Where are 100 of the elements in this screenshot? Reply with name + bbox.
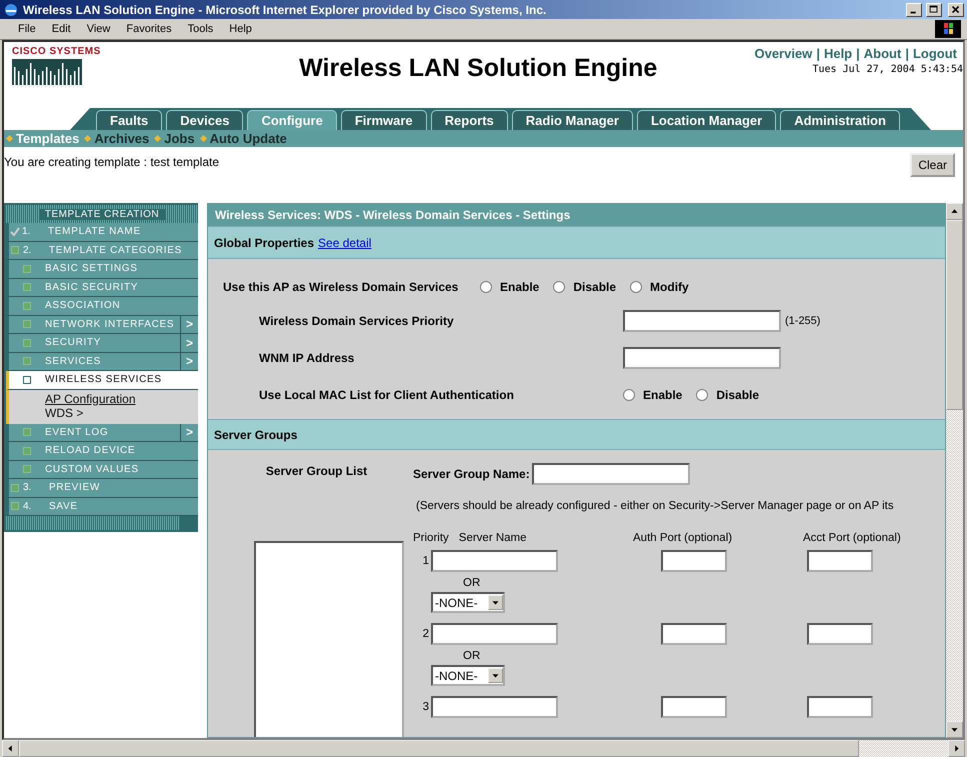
nav-tab[interactable]: Configure — [247, 110, 337, 130]
text-field[interactable] — [431, 623, 558, 645]
sub-navigation-link[interactable]: Archives — [94, 131, 150, 146]
nav-tab[interactable]: Firmware — [340, 110, 427, 130]
sidebar-row[interactable]: 4. SAVE — [6, 498, 198, 516]
sidebar-row[interactable]: ASSOCIATION — [6, 297, 198, 316]
sidebar-item[interactable]: RELOAD DEVICE — [45, 445, 198, 456]
sidebar-item[interactable]: BASIC SETTINGS — [45, 263, 198, 274]
checkbox-icon — [11, 246, 19, 254]
sidebar-link[interactable]: AP Configuration — [45, 392, 198, 406]
radio-button[interactable] — [630, 280, 642, 292]
radio-label: Modify — [650, 280, 689, 294]
sidebar-row[interactable]: 1. TEMPLATE NAME — [6, 223, 198, 242]
sidebar-row[interactable]: 2. TEMPLATE CATEGORIES — [6, 242, 198, 260]
sidebar-row[interactable]: WIRELESS SERVICES — [6, 371, 198, 390]
nav-tab[interactable]: Location Manager — [636, 110, 776, 130]
header-link[interactable]: Help — [824, 46, 852, 61]
priority-number: 1 — [422, 555, 430, 567]
range-hint: (1-255) — [785, 314, 820, 326]
scroll-up-icon[interactable] — [946, 203, 963, 220]
sidebar-item[interactable]: WIRELESS SERVICES — [45, 374, 198, 386]
nav-tab[interactable]: Devices — [166, 110, 244, 130]
text-field[interactable] — [661, 696, 727, 718]
server-group-list[interactable] — [254, 541, 404, 737]
window-title: Wireless LAN Solution Engine - Microsoft Internet Explorer provided by Cisco Systems, Inc. — [23, 2, 548, 16]
sidebar-item[interactable]: CUSTOM VALUES — [45, 464, 198, 475]
square-bullet-icon — [23, 320, 31, 328]
scroll-left-icon[interactable] — [2, 740, 19, 757]
text-field[interactable] — [532, 463, 690, 485]
sidebar-row[interactable]: EVENT LOG > — [6, 424, 198, 442]
nav-tab[interactable]: Radio Manager — [512, 110, 633, 130]
browser-icon — [3, 2, 19, 18]
clear-button[interactable]: Clear — [910, 153, 955, 177]
sidebar-item[interactable]: TEMPLATE CATEGORIES — [49, 244, 198, 256]
section-title: Global Properties — [214, 236, 314, 250]
text-field[interactable] — [807, 696, 873, 718]
sidebar-item[interactable]: EVENT LOG — [45, 426, 180, 438]
sidebar-row[interactable]: CUSTOM VALUES — [6, 460, 198, 479]
sub-navigation-link[interactable]: Templates — [16, 131, 80, 146]
text-field[interactable] — [807, 550, 873, 572]
menu-item[interactable]: File — [10, 23, 44, 35]
radio-button[interactable] — [696, 388, 708, 400]
nav-tab[interactable]: Reports — [430, 110, 508, 130]
nav-tab[interactable]: Faults — [96, 110, 162, 130]
radio-button[interactable] — [553, 280, 566, 292]
step-number: 3. — [23, 482, 32, 494]
sidebar-row[interactable]: BASIC SECURITY — [6, 278, 198, 297]
field-label: WNM IP Address — [259, 350, 356, 364]
close-icon[interactable] — [948, 2, 964, 16]
sidebar-item[interactable]: SERVICES — [45, 356, 180, 367]
sidebar-row[interactable]: SECURITY > — [6, 334, 198, 352]
nav-tab[interactable]: Administration — [780, 110, 900, 130]
text-field[interactable] — [807, 623, 873, 645]
sidebar-item[interactable]: NETWORK INTERFACES — [45, 318, 180, 330]
header-link[interactable]: About — [864, 46, 902, 61]
radio-button[interactable] — [480, 280, 492, 292]
sidebar-item[interactable]: BASIC SECURITY — [45, 282, 198, 293]
field-label: Use Local MAC List for Client Authentication — [259, 388, 515, 402]
sidebar-item[interactable]: PREVIEW — [49, 482, 198, 494]
vertical-scrollbar[interactable] — [946, 203, 963, 738]
sidebar-row[interactable]: 3. PREVIEW — [6, 479, 198, 498]
text-field[interactable] — [623, 310, 781, 332]
scroll-right-icon[interactable] — [948, 740, 965, 757]
square-bullet-icon — [23, 465, 31, 474]
sidebar-row[interactable]: BASIC SETTINGS — [6, 260, 198, 278]
menu-item[interactable]: Favorites — [118, 23, 180, 35]
caret-icon — [488, 595, 503, 610]
minimize-icon[interactable] — [906, 2, 922, 16]
sidebar-row[interactable]: SERVICES > — [6, 352, 198, 371]
header-link[interactable]: Overview — [754, 46, 812, 61]
see-detail-link[interactable]: See detail — [318, 236, 372, 250]
menu-item[interactable]: Tools — [180, 23, 222, 35]
sidebar-item[interactable]: SAVE — [49, 500, 198, 512]
menu-item[interactable]: Help — [221, 23, 260, 35]
scroll-thumb[interactable] — [946, 220, 963, 410]
text-field[interactable] — [661, 550, 727, 572]
sidebar-row[interactable]: RELOAD DEVICE — [6, 442, 198, 460]
sidebar-item[interactable]: ASSOCIATION — [45, 300, 198, 312]
sidebar-title: TEMPLATE CREATION — [38, 208, 166, 220]
header-link[interactable]: Logout — [912, 46, 957, 61]
sidebar-link[interactable]: WDS > — [45, 406, 198, 420]
radio-button[interactable] — [623, 388, 635, 400]
sidebar-row[interactable]: NETWORK INTERFACES > — [6, 316, 198, 334]
server-dropdown[interactable]: -NONE- — [431, 592, 505, 613]
text-field[interactable] — [431, 696, 558, 718]
maximize-icon[interactable] — [926, 2, 942, 16]
sub-navigation-link[interactable]: Jobs — [164, 131, 195, 146]
text-field[interactable] — [661, 623, 727, 645]
sidebar-item[interactable]: TEMPLATE NAME — [48, 226, 198, 238]
text-field[interactable] — [431, 550, 558, 572]
server-dropdown[interactable]: -NONE- — [431, 665, 505, 686]
template-notice: You are creating template : test template — [4, 155, 220, 169]
sub-navigation-link[interactable]: Auto Update — [210, 131, 287, 146]
menu-item[interactable]: View — [78, 23, 118, 35]
radio-label: Enable — [500, 280, 540, 294]
menu-item[interactable]: Edit — [44, 23, 79, 35]
square-bullet-icon — [23, 446, 31, 455]
sidebar-item[interactable]: SECURITY — [45, 337, 180, 348]
text-field[interactable] — [623, 346, 781, 368]
scroll-down-icon[interactable] — [946, 721, 963, 738]
